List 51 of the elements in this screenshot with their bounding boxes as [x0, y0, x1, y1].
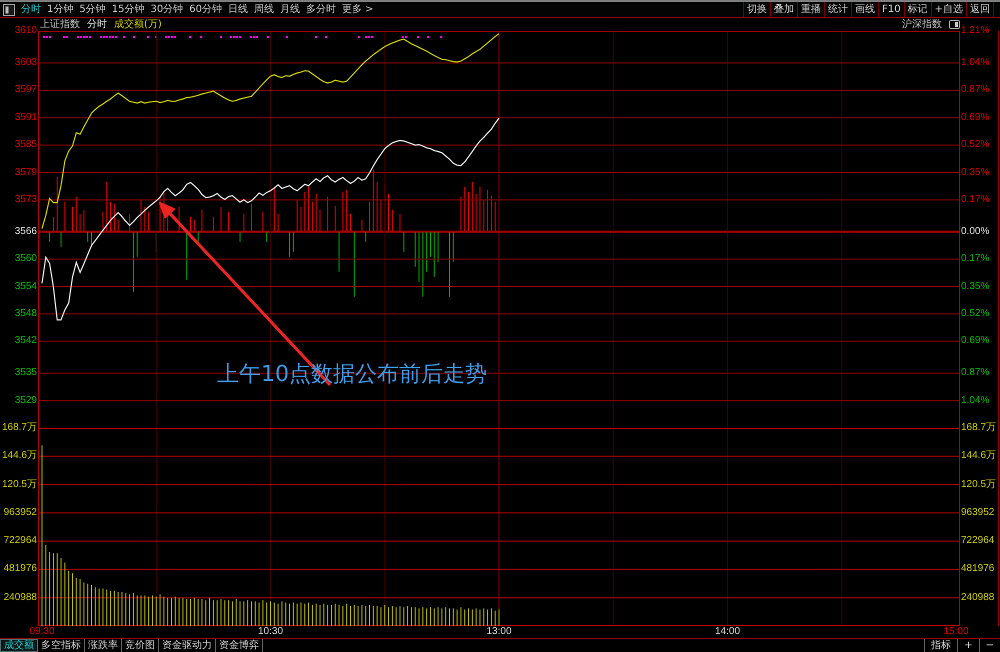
percent-axis-label: 0.52% [961, 139, 990, 152]
volume-axis-label: 481976 [4, 563, 37, 576]
percent-axis-label: 0.69% [961, 335, 990, 348]
percent-axis-label: 0.87% [961, 84, 990, 96]
legend-label: 上证指数 [40, 18, 80, 31]
price-axis-label: 3548 [14, 308, 37, 320]
price-axis-label: 3610 [14, 25, 37, 37]
time-axis-label: 13:00 [486, 626, 512, 638]
percent-axis-label: 1.21% [961, 25, 990, 37]
percent-axis-label: 1.04% [961, 394, 990, 407]
time-axis-label: 14:00 [714, 626, 740, 638]
volume-axis-label: 144.6万 [2, 450, 37, 462]
volume-axis-label: 240988 [4, 592, 37, 604]
volume-axis-label: 168.7万 [961, 422, 996, 434]
price-axis-label: 3535 [14, 367, 37, 380]
percent-axis-label: 0.52% [961, 308, 990, 320]
volume-axis-label: 722964 [961, 535, 994, 548]
legend-label: 分时 [87, 18, 107, 31]
volume-axis-label: 168.7万 [2, 422, 37, 434]
price-axis-label: 3603 [14, 56, 37, 69]
volume-axis-label: 481976 [961, 563, 994, 576]
price-axis-label: 3597 [14, 84, 37, 96]
price-axis-label: 3591 [14, 112, 37, 124]
volume-axis-label: 963952 [4, 506, 37, 519]
price-axis-label: 3573 [14, 194, 37, 206]
volume-axis-label: 120.5万 [961, 478, 996, 491]
percent-axis-label: 0.35% [961, 166, 990, 178]
percent-axis-label: 0.35% [961, 280, 990, 292]
volume-axis-label: 144.6万 [961, 450, 996, 462]
price-axis-label: 3585 [14, 139, 37, 152]
percent-axis-label: 0.00% [961, 226, 990, 238]
price-axis-label: 3542 [14, 335, 37, 348]
percent-axis-label: 0.69% [961, 112, 990, 124]
time-axis-label: 09:30 [29, 626, 55, 638]
percent-axis-label: 0.17% [961, 194, 990, 206]
volume-axis-label: 963952 [961, 506, 994, 519]
price-axis-label: 3554 [14, 280, 37, 292]
overlay-label: 沪深指数 [902, 18, 942, 31]
legend-label: 成交额(万) [114, 18, 162, 31]
percent-axis-label: 1.04% [961, 56, 990, 69]
volume-axis-label: 240988 [961, 592, 994, 604]
time-axis-label: 10:30 [258, 626, 284, 638]
percent-axis-label: 0.17% [961, 253, 990, 266]
percent-axis-label: 0.87% [961, 367, 990, 380]
price-axis-label: 3566 [14, 226, 37, 238]
price-axis-label: 3579 [14, 166, 37, 178]
time-axis-label: 15:00 [943, 626, 969, 638]
volume-axis-label: 120.5万 [2, 478, 37, 491]
price-axis-label: 3560 [14, 253, 37, 266]
price-axis-label: 3529 [14, 394, 37, 407]
volume-axis-label: 722964 [4, 535, 37, 548]
